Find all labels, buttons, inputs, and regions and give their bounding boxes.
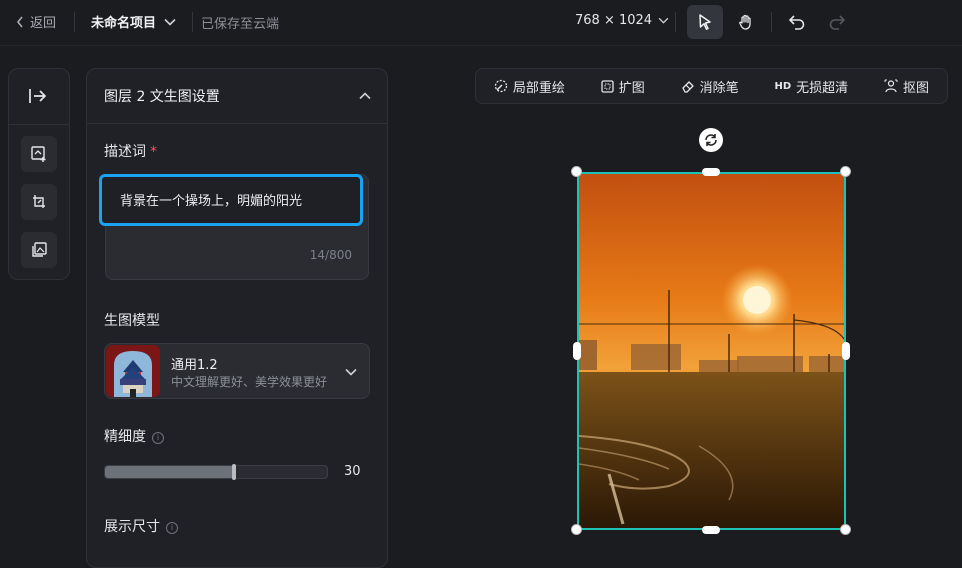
undo-icon — [788, 15, 805, 30]
resize-handle-top-left[interactable] — [571, 166, 582, 177]
resize-handle-left[interactable] — [573, 342, 581, 360]
divider — [9, 124, 69, 125]
collapse-expand-icon[interactable] — [27, 86, 49, 110]
panel-title: 图层 2 文生图设置 — [104, 89, 220, 105]
divider — [74, 12, 75, 32]
detail-slider[interactable] — [104, 464, 328, 480]
hd-icon: HD — [774, 80, 792, 92]
info-icon[interactable]: i — [152, 432, 164, 444]
chevron-down-icon — [164, 18, 176, 26]
model-select[interactable]: 通用1.2 中文理解更好、美学效果更好 — [104, 343, 370, 399]
chevron-down-icon — [658, 17, 669, 24]
expand-button[interactable]: 扩图 — [601, 77, 645, 96]
prompt-input[interactable]: 背景在一个操场上，明媚的阳光 — [99, 174, 363, 226]
upscale-button[interactable]: HD 无损超清 — [775, 77, 849, 96]
panel-header: 图层 2 文生图设置 — [87, 69, 387, 124]
eraser-label: 消除笔 — [699, 80, 739, 96]
hand-icon — [739, 14, 751, 30]
cursor-icon — [699, 14, 711, 30]
image-add-icon — [31, 146, 46, 162]
model-description: 中文理解更好、美学效果更好 — [171, 375, 328, 389]
char-count: 14/800 — [309, 248, 352, 262]
prompt-label-text: 描述词 — [104, 144, 146, 160]
brush-circle-icon — [494, 79, 508, 93]
divider — [771, 12, 772, 32]
transform-icon — [33, 195, 45, 208]
expand-label: 扩图 — [618, 80, 645, 96]
image-toolbar: 局部重绘 扩图 消除笔 HD 无损超清 抠图 — [475, 68, 948, 104]
rotate-handle[interactable] — [699, 128, 723, 152]
redo-button[interactable] — [819, 5, 855, 39]
project-name-dropdown[interactable]: 未命名项目 — [91, 12, 176, 31]
resize-handle-right[interactable] — [842, 342, 850, 360]
model-name: 通用1.2 — [171, 358, 218, 373]
redo-icon — [829, 15, 846, 30]
slider-fill — [105, 466, 234, 478]
image-transform-button[interactable] — [21, 184, 57, 220]
project-name: 未命名项目 — [91, 16, 157, 31]
eraser-button[interactable]: 消除笔 — [681, 77, 739, 96]
detail-value: 30 — [344, 464, 361, 479]
sunset-playground-image — [578, 174, 845, 528]
chevron-down-icon — [345, 368, 357, 376]
left-rail — [8, 68, 70, 280]
prompt-label: 描述词 * — [104, 141, 157, 161]
display-size-label-text: 展示尺寸 — [104, 519, 160, 535]
canvas-size: 768 × 1024 — [575, 13, 653, 28]
resize-handle-bottom-left[interactable] — [571, 524, 582, 535]
select-tool-button[interactable] — [687, 5, 723, 39]
chevron-up-icon[interactable] — [359, 92, 371, 100]
cutout-label: 抠图 — [903, 80, 930, 96]
upscale-label: 无损超清 — [796, 80, 849, 96]
chevron-left-icon — [16, 16, 23, 27]
model-thumbnail — [106, 345, 160, 397]
add-image-button[interactable] — [21, 136, 57, 172]
resize-handle-bottom[interactable] — [702, 526, 720, 534]
gallery-button[interactable] — [21, 232, 57, 268]
inpaint-label: 局部重绘 — [512, 80, 565, 96]
gallery-icon — [32, 242, 47, 257]
back-button[interactable]: 返回 — [16, 12, 56, 31]
divider — [192, 12, 193, 32]
undo-button[interactable] — [779, 5, 815, 39]
settings-panel: 图层 2 文生图设置 描述词 * 14/800 背景在一个操场上，明媚的阳光 生图… — [86, 68, 388, 568]
resize-handle-top[interactable] — [702, 168, 720, 176]
slider-handle[interactable] — [231, 464, 236, 480]
detail-label: 精细度 i — [104, 426, 164, 446]
eraser-icon — [681, 81, 694, 93]
detail-label-text: 精细度 — [104, 429, 146, 445]
rotate-icon — [705, 134, 717, 146]
back-label: 返回 — [30, 16, 57, 31]
save-status: 已保存至云端 — [201, 17, 280, 32]
cutout-icon — [884, 79, 898, 93]
canvas-size-dropdown[interactable]: 768 × 1024 — [575, 13, 669, 28]
model-label: 生图模型 — [104, 313, 160, 329]
canvas-image[interactable] — [577, 172, 846, 530]
resize-handle-bottom-right[interactable] — [840, 524, 851, 535]
info-icon[interactable]: i — [166, 522, 178, 534]
expand-icon — [601, 79, 614, 93]
inpaint-button[interactable]: 局部重绘 — [494, 77, 565, 96]
hand-tool-button[interactable] — [728, 5, 764, 39]
divider — [675, 12, 676, 32]
top-bar: 返回 未命名项目 已保存至云端 768 × 1024 — [0, 0, 962, 46]
resize-handle-top-right[interactable] — [840, 166, 851, 177]
required-mark: * — [150, 144, 157, 160]
cutout-button[interactable]: 抠图 — [884, 77, 929, 96]
display-size-label: 展示尺寸 i — [104, 516, 178, 536]
